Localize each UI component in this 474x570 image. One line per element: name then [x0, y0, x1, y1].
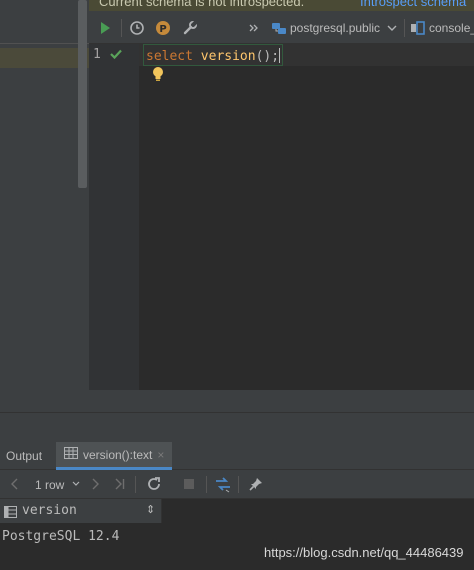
pin-icon[interactable] [247, 475, 265, 493]
services-tabs: Output version():text × [0, 442, 474, 470]
sort-icon[interactable]: ⇕ [146, 503, 155, 516]
tab-result-label: version():text [83, 447, 153, 462]
console-selector[interactable]: console_ [429, 21, 474, 35]
console-icon [408, 18, 428, 38]
sql-punctuation: (); [255, 49, 280, 64]
database-icon [269, 18, 289, 38]
column-name: version [22, 503, 77, 518]
sql-keyword: select [146, 49, 193, 64]
column-icon [4, 505, 17, 523]
chevron-down-icon[interactable] [382, 18, 402, 38]
sql-statement[interactable]: select version(); [143, 44, 284, 66]
check-icon [109, 47, 123, 66]
editor-bottom-strip [89, 390, 474, 412]
editor-toolbar: P postgresql.public console_ [89, 11, 474, 44]
last-page-icon[interactable] [111, 475, 129, 493]
close-icon[interactable]: × [157, 448, 164, 462]
toolbar-separator [121, 19, 122, 37]
clock-icon[interactable] [127, 18, 147, 38]
panel-gap [0, 412, 474, 442]
banner-message: Current schema is not introspected. [99, 0, 305, 9]
toolbar-separator [238, 476, 239, 493]
compare-icon[interactable] [214, 475, 232, 493]
tab-output[interactable]: Output [6, 449, 42, 463]
double-chevron-right-icon[interactable] [244, 18, 264, 38]
p-badge-icon[interactable]: P [153, 18, 173, 38]
editor-gutter: 1 [89, 44, 139, 390]
wrench-icon[interactable] [180, 18, 200, 38]
selected-tree-row[interactable] [0, 48, 89, 68]
toolbar-separator [206, 476, 207, 493]
panel-scrollbar[interactable] [78, 0, 87, 188]
schema-selector[interactable]: postgresql.public [290, 21, 380, 35]
text-caret [279, 48, 281, 63]
stop-icon[interactable] [180, 475, 198, 493]
toolbar-separator [404, 19, 405, 37]
bulb-icon[interactable] [151, 66, 165, 87]
rows-count-selector[interactable]: 1 row [35, 478, 64, 492]
play-icon[interactable] [95, 18, 115, 38]
toolbar-separator [135, 476, 136, 493]
reload-icon[interactable] [145, 475, 163, 493]
chevron-down-icon[interactable] [67, 475, 85, 493]
introspect-schema-link[interactable]: Introspect schema [360, 0, 466, 9]
sql-function: version [200, 49, 256, 64]
database-explorer-panel [0, 0, 89, 412]
line-number: 1 [93, 47, 101, 62]
svg-text:P: P [159, 24, 166, 35]
result-cell[interactable]: PostgreSQL 12.4 [2, 529, 119, 544]
sql-editor[interactable]: select version(); [139, 44, 474, 390]
tab-version-result[interactable]: version():text × [56, 442, 173, 470]
chevron-left-icon[interactable] [6, 475, 24, 493]
introspection-banner: Current schema is not introspected. Intr… [89, 0, 474, 11]
result-grid: version ⇕ PostgreSQL 12.4 https://blog.c… [0, 499, 474, 570]
result-toolbar: 1 row [0, 470, 474, 499]
watermark: https://blog.csdn.net/qq_44486439 [264, 545, 464, 560]
chevron-right-icon[interactable] [86, 475, 104, 493]
panel-divider [0, 43, 89, 44]
table-icon [64, 446, 78, 464]
column-header[interactable]: version ⇕ [0, 499, 162, 523]
